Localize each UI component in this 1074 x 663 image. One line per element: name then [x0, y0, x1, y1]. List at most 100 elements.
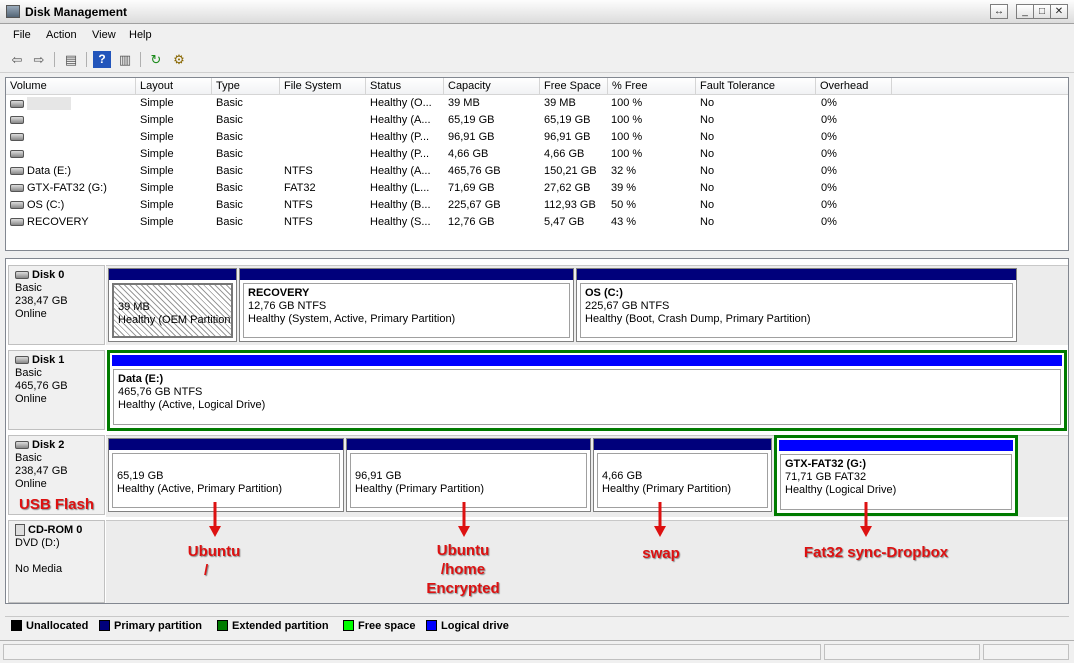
- primary-partition-bar: [109, 269, 236, 280]
- column-header-percent-free[interactable]: % Free: [608, 78, 696, 95]
- close-button[interactable]: ✕: [1050, 4, 1068, 19]
- ubuntu-root-partition[interactable]: 65,19 GB Healthy (Active, Primary Partit…: [108, 438, 344, 512]
- layout-cell: Simple: [140, 131, 174, 143]
- capacity-cell: 4,66 GB: [448, 148, 489, 160]
- disk-graphical-view[interactable]: Disk 0 Basic 238,47 GB Online 39 MB Heal…: [5, 258, 1069, 604]
- type-cell: Basic: [216, 182, 243, 194]
- volume-row[interactable]: GTX-FAT32 (G:) Simple Basic FAT32 Health…: [6, 180, 1068, 197]
- disk-0-size: 238,47 GB: [15, 295, 68, 307]
- column-header-status[interactable]: Status: [366, 78, 444, 95]
- os-c-partition[interactable]: OS (C:) 225,67 GB NTFS Healthy (Boot, Cr…: [576, 268, 1017, 342]
- overhead-cell: 0%: [821, 199, 837, 211]
- volume-name: GTX-FAT32 (G:): [27, 182, 107, 194]
- restore-down-icon[interactable]: ↔: [990, 4, 1008, 19]
- partition-size: 39 MB: [118, 301, 150, 313]
- column-header-free-space[interactable]: Free Space: [540, 78, 608, 95]
- back-arrow-icon[interactable]: ⇦: [8, 51, 26, 68]
- volume-row[interactable]: Simple Basic Healthy (P... 4,66 GB 4,66 …: [6, 146, 1068, 163]
- fs-cell: NTFS: [284, 165, 313, 177]
- layout-cell: Simple: [140, 114, 174, 126]
- disk-0-state: Online: [15, 308, 47, 320]
- partition-body: 39 MB Healthy (OEM Partition): [112, 283, 233, 338]
- capacity-cell: 71,69 GB: [448, 182, 495, 194]
- cdrom-0-name: CD-ROM 0: [28, 524, 83, 536]
- ubuntu-home-partition[interactable]: 96,91 GB Healthy (Primary Partition): [346, 438, 591, 512]
- volume-list[interactable]: Volume Layout Type File System Status Ca…: [5, 77, 1069, 251]
- column-header-file-system[interactable]: File System: [280, 78, 366, 95]
- partition-status: Healthy (Primary Partition): [355, 483, 484, 495]
- menu-view[interactable]: View: [92, 29, 116, 41]
- ubuntu-root-arrow-icon: [209, 502, 221, 537]
- fs-cell: NTFS: [284, 199, 313, 211]
- volume-row[interactable]: Simple Basic Healthy (O... 39 MB 39 MB 1…: [6, 95, 1068, 112]
- properties-icon[interactable]: ▥: [116, 51, 134, 68]
- partition-size: 96,91 GB: [355, 470, 402, 482]
- column-header-fault-tolerance[interactable]: Fault Tolerance: [696, 78, 816, 95]
- disk-2-kind: Basic: [15, 452, 42, 464]
- overhead-cell: 0%: [821, 216, 837, 228]
- volume-row[interactable]: OS (C:) Simple Basic NTFS Healthy (B... …: [6, 197, 1068, 214]
- recovery-partition[interactable]: RECOVERY 12,76 GB NTFS Healthy (System, …: [239, 268, 574, 342]
- disk-1-label[interactable]: Disk 1 Basic 465,76 GB Online: [8, 350, 105, 430]
- volume-row[interactable]: Simple Basic Healthy (A... 65,19 GB 65,1…: [6, 112, 1068, 129]
- capacity-cell: 12,76 GB: [448, 216, 495, 228]
- logical-drive-bar: [112, 355, 1062, 366]
- help-icon[interactable]: ?: [93, 51, 111, 68]
- fault-tolerance-cell: No: [700, 97, 715, 109]
- disk-1-state: Online: [15, 393, 47, 405]
- disk-1-name: Disk 1: [32, 354, 65, 366]
- partition-status: Healthy (Primary Partition): [602, 483, 731, 495]
- status-bar: [0, 640, 1074, 663]
- type-cell: Basic: [216, 131, 243, 143]
- forward-arrow-icon[interactable]: ⇨: [30, 51, 48, 68]
- menu-action[interactable]: Action: [46, 29, 77, 41]
- volume-disk-icon: [10, 116, 24, 125]
- column-header-overhead[interactable]: Overhead: [816, 78, 892, 95]
- data-e-partition[interactable]: Data (E:) 465,76 GB NTFS Healthy (Active…: [107, 350, 1067, 431]
- layout-cell: Simple: [140, 165, 174, 177]
- refresh-icon[interactable]: ↻: [147, 51, 165, 68]
- status-cell: Healthy (L...: [370, 182, 430, 194]
- overhead-cell: 0%: [821, 131, 837, 143]
- menu-file[interactable]: File: [13, 29, 31, 41]
- overhead-cell: 0%: [821, 182, 837, 194]
- column-header-type[interactable]: Type: [212, 78, 280, 95]
- volume-row[interactable]: Simple Basic Healthy (P... 96,91 GB 96,9…: [6, 129, 1068, 146]
- oem-partition[interactable]: 39 MB Healthy (OEM Partition): [108, 268, 237, 342]
- menu-help[interactable]: Help: [129, 29, 152, 41]
- type-cell: Basic: [216, 199, 243, 211]
- column-header-volume[interactable]: Volume: [6, 78, 136, 95]
- cdrom-0-label[interactable]: CD-ROM 0 DVD (D:) No Media: [8, 520, 105, 603]
- layout-cell: Simple: [140, 97, 174, 109]
- disk-0-label[interactable]: Disk 0 Basic 238,47 GB Online: [8, 265, 105, 345]
- column-header-capacity[interactable]: Capacity: [444, 78, 540, 95]
- free-space-cell: 39 MB: [544, 97, 576, 109]
- status-cell: Healthy (B...: [370, 199, 431, 211]
- partition-size: 465,76 GB NTFS: [118, 386, 203, 398]
- column-header-layout[interactable]: Layout: [136, 78, 212, 95]
- toolbar-separator: [54, 52, 55, 67]
- volume-row[interactable]: RECOVERY Simple Basic NTFS Healthy (S...…: [6, 214, 1068, 231]
- gtx-fat32-g-partition[interactable]: GTX-FAT32 (G:) 71,71 GB FAT32 Healthy (L…: [774, 435, 1018, 516]
- rescan-disks-icon[interactable]: ⚙: [170, 51, 188, 68]
- volume-name-cell: OS (C:): [10, 199, 64, 211]
- minimize-button[interactable]: _: [1016, 4, 1034, 19]
- disk-0-name: Disk 0: [32, 269, 65, 281]
- volume-name: Data (E:): [27, 165, 72, 177]
- swap-partition[interactable]: 4,66 GB Healthy (Primary Partition): [593, 438, 772, 512]
- type-cell: Basic: [216, 165, 243, 177]
- volume-row[interactable]: Data (E:) Simple Basic NTFS Healthy (A..…: [6, 163, 1068, 180]
- capacity-cell: 225,67 GB: [448, 199, 501, 211]
- free-space-cell: 5,47 GB: [544, 216, 585, 228]
- legend-logical-drive: Logical drive: [426, 620, 509, 632]
- ubuntu-home-line2: /home: [440, 561, 486, 578]
- show-console-tree-icon[interactable]: ▤: [62, 51, 80, 68]
- legend-swatch: [11, 620, 22, 631]
- swap-annotation: swap: [642, 545, 680, 562]
- partition-body: GTX-FAT32 (G:) 71,71 GB FAT32 Healthy (L…: [780, 454, 1012, 510]
- maximize-button[interactable]: □: [1033, 4, 1051, 19]
- window-title: Disk Management: [25, 5, 128, 19]
- partition-name: GTX-FAT32 (G:): [785, 458, 867, 470]
- percent-free-cell: 100 %: [611, 131, 643, 143]
- primary-partition-bar: [577, 269, 1016, 280]
